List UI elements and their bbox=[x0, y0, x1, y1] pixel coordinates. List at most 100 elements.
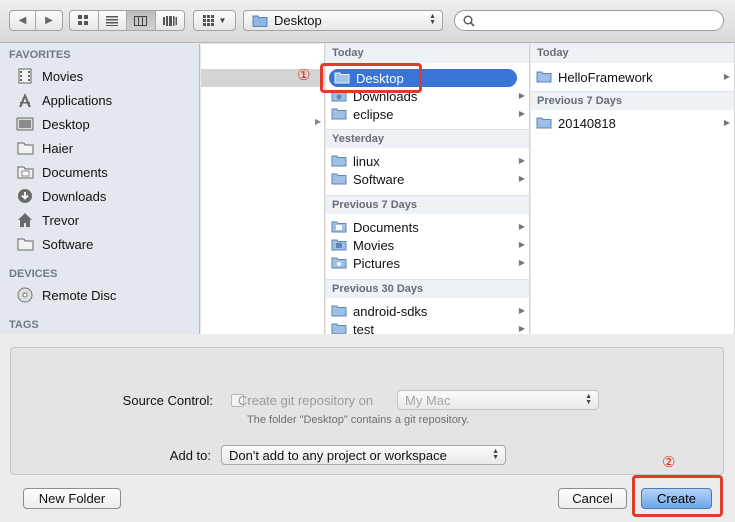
disc-icon bbox=[15, 286, 35, 304]
icon-view-button[interactable] bbox=[70, 11, 99, 30]
list-item-20140818[interactable]: 20140818 ▶ bbox=[531, 114, 734, 132]
search-icon bbox=[463, 15, 475, 27]
list-item-desktop[interactable]: Desktop ▶ bbox=[329, 69, 525, 87]
browser-column-2: Today Desktop ▶ Downloads ▶ eclipse ▶ Ye… bbox=[326, 44, 530, 334]
downloads-folder-icon bbox=[331, 90, 347, 102]
sidebar-item-label: Movies bbox=[42, 68, 84, 84]
sidebar-item-label: Software bbox=[42, 236, 94, 252]
sidebar-item-desktop[interactable]: Desktop bbox=[15, 113, 90, 135]
chevron-right-icon: ▶ bbox=[518, 324, 525, 333]
chevron-right-icon: ▶ bbox=[518, 91, 525, 100]
group-header: Previous 7 Days bbox=[531, 91, 734, 110]
column-view-button[interactable] bbox=[127, 11, 156, 30]
git-location-popup[interactable]: My Mac ▲ ▼ bbox=[397, 390, 599, 410]
sidebar-item-label: Downloads bbox=[42, 188, 107, 204]
folder-icon bbox=[536, 71, 552, 83]
toolbar: ◀ ▶ ▼ Desktop ▲ ▼ bbox=[0, 0, 735, 43]
tags-heading: TAGS bbox=[9, 319, 39, 331]
folder-icon bbox=[15, 235, 35, 253]
group-header: Today bbox=[326, 44, 529, 63]
sidebar-item-applications[interactable]: Applications bbox=[15, 89, 112, 111]
browser-column-3: Today HelloFramework ▶ Previous 7 Days 2… bbox=[531, 44, 735, 334]
desktop-folder-icon bbox=[252, 15, 268, 27]
chevron-left-icon: ◀ bbox=[18, 15, 27, 26]
list-item-pictures[interactable]: Pictures ▶ bbox=[326, 254, 529, 272]
list-item-label: android-sdks bbox=[353, 303, 428, 319]
sidebar-item-label: Haier bbox=[42, 140, 74, 156]
list-item-label: Desktop bbox=[356, 70, 404, 86]
folder-icon bbox=[331, 305, 347, 317]
arrange-button[interactable]: ▼ bbox=[193, 10, 236, 31]
options-panel: Source Control: Create git repository on… bbox=[10, 347, 724, 475]
group-header: Yesterday bbox=[326, 129, 529, 148]
list-item-android-sdks[interactable]: android-sdks ▶ bbox=[326, 302, 529, 320]
documents-icon bbox=[15, 163, 35, 181]
chevron-right-icon: ▶ bbox=[518, 240, 525, 249]
group-header: Today bbox=[531, 44, 734, 63]
folder-icon bbox=[331, 173, 347, 185]
list-item-eclipse[interactable]: eclipse ▶ bbox=[326, 105, 529, 123]
chevron-right-icon: ▶ bbox=[315, 117, 322, 126]
sidebar-item-haier[interactable]: Haier bbox=[15, 137, 73, 159]
list-item-downloads[interactable]: Downloads ▶ bbox=[326, 87, 529, 105]
grid-icon bbox=[78, 15, 89, 25]
chevron-right-icon: ▶ bbox=[518, 109, 525, 118]
list-item-label: Downloads bbox=[353, 88, 418, 104]
git-note: The folder "Desktop" contains a git repo… bbox=[247, 414, 470, 426]
list-item-test[interactable]: test ▶ bbox=[326, 320, 529, 334]
chevron-right-icon: ▶ bbox=[518, 156, 525, 165]
list-item-label: 20140818 bbox=[558, 115, 616, 131]
group-header: Previous 30 Days bbox=[326, 279, 529, 298]
add-to-value: Don't add to any project or workspace bbox=[229, 447, 447, 463]
folder-icon bbox=[331, 323, 347, 334]
sidebar: FAVORITES Movies Applications Desktop Ha… bbox=[0, 44, 200, 334]
annotation-marker-2: ② bbox=[662, 454, 676, 471]
list-view-button[interactable] bbox=[99, 11, 127, 30]
desktop-icon bbox=[15, 115, 35, 133]
location-popup[interactable]: Desktop ▲ ▼ bbox=[243, 10, 443, 31]
view-mode-control bbox=[69, 10, 185, 31]
arrange-grid-icon bbox=[202, 15, 214, 26]
list-item-movies[interactable]: Movies ▶ bbox=[326, 236, 529, 254]
forward-button[interactable]: ▶ bbox=[36, 11, 62, 30]
sidebar-item-documents[interactable]: Documents bbox=[15, 161, 108, 183]
cover-flow-button[interactable] bbox=[156, 11, 184, 30]
folder-icon bbox=[15, 139, 35, 157]
list-item-documents[interactable]: Documents ▶ bbox=[326, 218, 529, 236]
list-item-software[interactable]: Software ▶ bbox=[326, 170, 529, 188]
back-button[interactable]: ◀ bbox=[10, 11, 36, 30]
sidebar-item-trevor[interactable]: Trevor bbox=[15, 209, 79, 231]
chevron-right-icon: ▶ bbox=[45, 15, 53, 26]
search-field[interactable] bbox=[454, 10, 724, 31]
sidebar-item-remote-disc[interactable]: Remote Disc bbox=[15, 284, 116, 306]
create-button[interactable]: Create bbox=[641, 488, 712, 509]
cover-flow-icon bbox=[162, 15, 177, 26]
columns-icon bbox=[134, 15, 148, 26]
folder-icon bbox=[536, 117, 552, 129]
sidebar-item-movies[interactable]: Movies bbox=[15, 65, 83, 87]
updown-icon: ▲ ▼ bbox=[585, 393, 592, 406]
list-item-helloframework[interactable]: HelloFramework ▶ bbox=[531, 68, 734, 86]
list-item-linux[interactable]: linux ▶ bbox=[326, 152, 529, 170]
list-item-label: eclipse bbox=[353, 106, 394, 122]
applications-icon bbox=[15, 91, 35, 109]
pictures-folder-icon bbox=[331, 257, 347, 269]
sidebar-item-label: Remote Disc bbox=[42, 287, 117, 303]
list-item-label: Software bbox=[353, 171, 405, 187]
list-item-label: Pictures bbox=[353, 255, 400, 271]
sidebar-item-software[interactable]: Software bbox=[15, 233, 93, 255]
chevron-right-icon: ▶ bbox=[518, 306, 525, 315]
favorites-heading: FAVORITES bbox=[9, 49, 71, 61]
list-item-label: Documents bbox=[353, 219, 419, 235]
add-to-popup[interactable]: Don't add to any project or workspace ▲ ▼ bbox=[221, 445, 506, 465]
list-item-label: linux bbox=[353, 153, 380, 169]
list-item-label: Movies bbox=[353, 237, 395, 253]
cancel-button[interactable]: Cancel bbox=[558, 488, 627, 509]
sidebar-item-downloads[interactable]: Downloads bbox=[15, 185, 106, 207]
documents-folder-icon bbox=[331, 221, 347, 233]
film-icon bbox=[15, 67, 35, 85]
add-to-label: Add to: bbox=[169, 448, 211, 463]
search-input[interactable] bbox=[479, 13, 699, 28]
chevron-right-icon: ▶ bbox=[518, 174, 525, 183]
new-folder-button[interactable]: New Folder bbox=[23, 488, 121, 509]
